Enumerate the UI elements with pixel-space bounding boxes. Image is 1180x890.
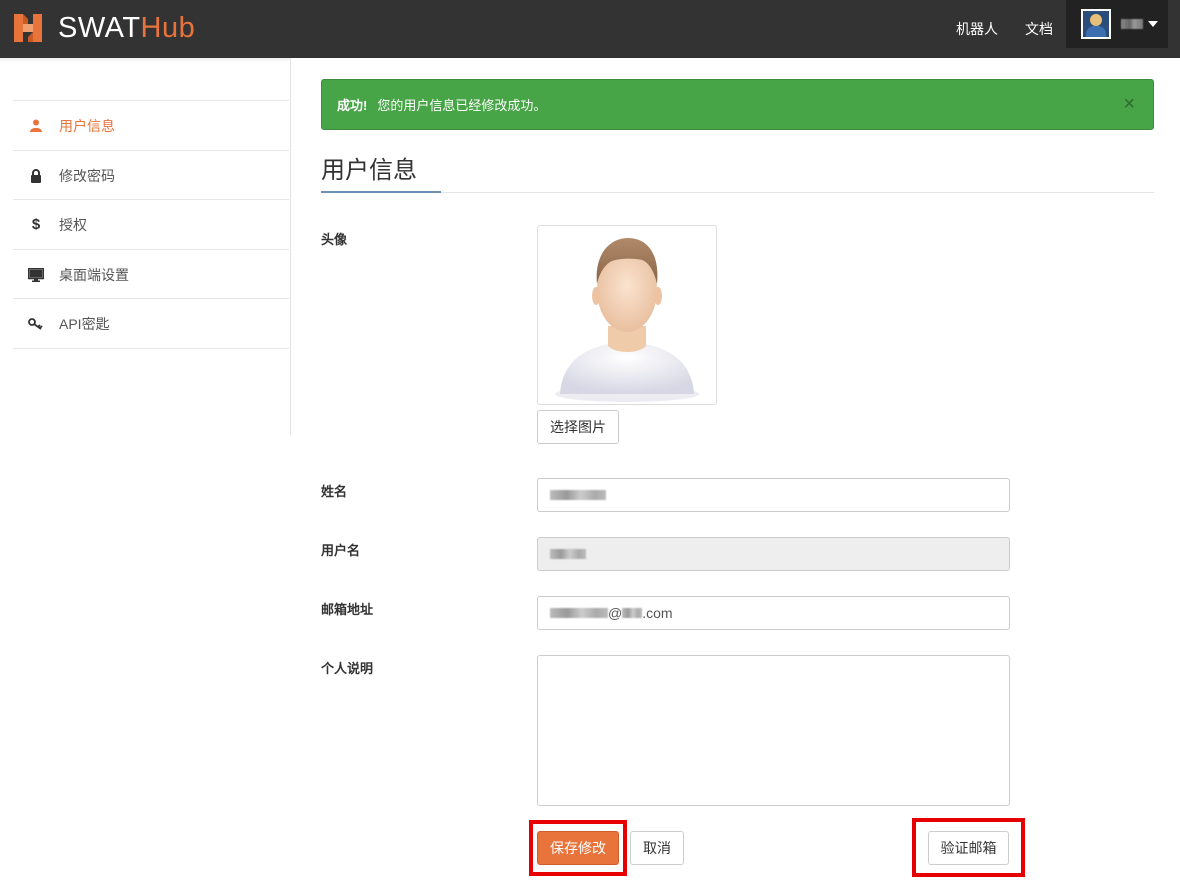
bio-label: 个人说明	[321, 661, 374, 676]
top-navbar: SWATHub 机器人 文档	[0, 0, 1180, 58]
name-input[interactable]	[537, 478, 1010, 512]
save-button-highlight	[529, 820, 627, 876]
sidebar-item-license[interactable]: $ 授权	[13, 199, 289, 249]
email-user-redacted	[550, 608, 608, 618]
lock-icon	[13, 168, 59, 183]
username-value-redacted	[550, 549, 586, 559]
cancel-button[interactable]: 取消	[630, 831, 684, 865]
monitor-icon	[13, 267, 59, 282]
sidebar-item-desktop[interactable]: 桌面端设置	[13, 249, 289, 299]
key-icon	[13, 317, 59, 330]
name-label: 姓名	[321, 484, 348, 499]
alert-message: 您的用户信息已经修改成功。	[377, 98, 547, 113]
user-menu[interactable]	[1066, 0, 1168, 48]
email-label: 邮箱地址	[321, 602, 374, 617]
sidebar-divider	[13, 348, 289, 349]
swathub-logo-icon	[14, 14, 42, 42]
sidebar: 用户信息 修改密码 $ 授权 桌面端设置 API密匙	[0, 58, 291, 435]
username-input[interactable]	[537, 537, 1010, 571]
default-avatar-icon	[555, 238, 699, 402]
bio-textarea[interactable]	[537, 655, 1010, 806]
sidebar-item-label: API密匙	[59, 315, 110, 332]
sidebar-item-password[interactable]: 修改密码	[13, 150, 289, 200]
nav-docs-link[interactable]: 文档	[1025, 0, 1053, 58]
avatar-label: 头像	[321, 232, 348, 247]
user-icon	[13, 119, 59, 132]
sidebar-item-api-key[interactable]: API密匙	[13, 298, 289, 348]
user-avatar	[1081, 9, 1111, 39]
email-input[interactable]: @ .com	[537, 596, 1010, 630]
sidebar-item-label: 用户信息	[59, 117, 115, 134]
caret-down-icon	[1148, 21, 1158, 27]
close-icon[interactable]: ×	[1123, 94, 1135, 114]
sidebar-item-label: 桌面端设置	[59, 266, 129, 283]
alert-title: 成功!	[337, 98, 368, 113]
email-at: @	[608, 605, 623, 621]
sidebar-item-label: 修改密码	[59, 167, 115, 184]
nav-robot-link[interactable]: 机器人	[956, 0, 998, 58]
page-title: 用户信息	[321, 157, 417, 184]
name-value-redacted	[550, 490, 606, 500]
verify-email-highlight	[912, 818, 1025, 877]
email-domain-redacted	[622, 608, 643, 618]
logo-text: SWATHub	[58, 12, 196, 44]
success-alert: 成功! 您的用户信息已经修改成功。 ×	[321, 79, 1154, 130]
dollar-icon: $	[31, 216, 41, 233]
logo[interactable]: SWATHub	[12, 10, 195, 46]
user-name-redacted	[1121, 19, 1143, 29]
sidebar-item-label: 授权	[59, 216, 87, 233]
email-suffix: .com	[642, 605, 673, 621]
title-accent-line	[321, 191, 441, 193]
title-divider	[321, 192, 1154, 193]
sidebar-item-profile[interactable]: 用户信息	[13, 100, 289, 150]
choose-image-button[interactable]: 选择图片	[537, 410, 619, 444]
username-label: 用户名	[321, 543, 361, 558]
profile-avatar-image	[537, 225, 717, 405]
